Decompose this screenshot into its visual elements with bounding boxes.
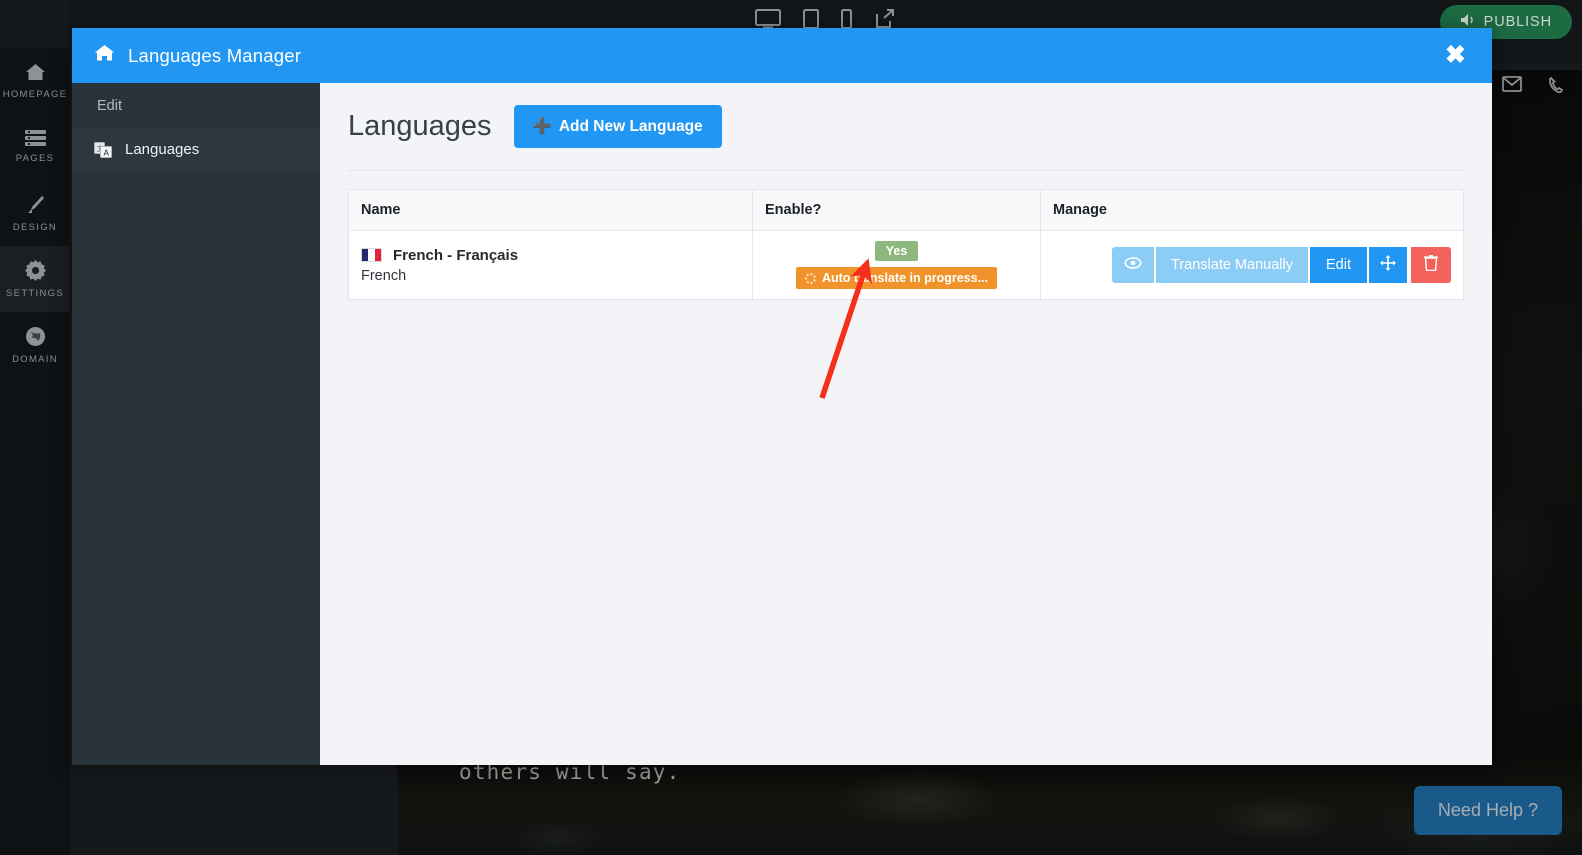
table-row: French - Français French Yes Auto transl… <box>348 230 1464 300</box>
close-icon[interactable]: ✖ <box>1441 41 1470 70</box>
rail-label-domain: DOMAIN <box>12 353 58 365</box>
modal-header: Languages Manager ✖ <box>72 28 1492 83</box>
eye-icon <box>1124 257 1142 273</box>
external-link-icon[interactable] <box>874 8 896 30</box>
translate-icon: 文 A <box>94 141 112 159</box>
sidebar-item-label: Languages <box>125 141 200 158</box>
language-display-name: French - Français <box>393 246 519 264</box>
move-arrows-icon <box>1380 255 1396 275</box>
rail-label-settings: SETTINGS <box>6 287 64 299</box>
language-sub-name: French <box>361 267 407 284</box>
gear-icon <box>24 259 46 281</box>
trash-icon <box>1424 255 1438 275</box>
home-icon <box>94 44 115 67</box>
sidebar-section-label: Edit <box>97 97 122 114</box>
delete-button[interactable] <box>1411 247 1451 283</box>
add-new-language-button[interactable]: ➕ Add New Language <box>513 105 722 148</box>
table-body: French - Français French Yes Auto transl… <box>348 230 1464 300</box>
enabled-badge-wrap: Yes <box>765 241 1028 261</box>
tablet-icon[interactable] <box>803 9 819 29</box>
rail-label-pages: PAGES <box>15 153 55 164</box>
translate-manually-button[interactable]: Translate Manually <box>1156 247 1308 283</box>
pages-icon <box>24 130 46 146</box>
edit-button[interactable]: Edit <box>1310 247 1367 283</box>
table-header-row: Name Enable? Manage <box>348 189 1464 231</box>
manage-actions: Translate Manually Edit <box>1053 247 1451 283</box>
globe-icon <box>25 326 46 347</box>
modal-sidebar: Edit 文 A Languages <box>72 83 320 765</box>
languages-table: Name Enable? Manage French - Français Fr… <box>348 189 1464 300</box>
desktop-icon[interactable] <box>755 9 781 29</box>
reorder-button[interactable] <box>1369 247 1407 283</box>
auto-translate-progress-badge: Auto translate in progress... <box>795 267 997 289</box>
rail-item-homepage[interactable]: HOMEPAGE <box>0 48 70 114</box>
header-divider <box>348 170 1464 171</box>
page-title: Languages <box>348 110 492 142</box>
languages-manager-modal: Languages Manager ✖ Edit 文 A Languages <box>72 28 1492 765</box>
rail-item-design[interactable]: DESIGN <box>0 180 70 246</box>
france-flag-icon <box>361 248 382 262</box>
brush-icon <box>25 194 46 215</box>
status-badge: Yes <box>874 241 919 261</box>
mobile-icon[interactable] <box>841 9 852 29</box>
modal-body: Edit 文 A Languages Languages ➕ <box>72 83 1492 765</box>
need-help-button[interactable]: Need Help ? <box>1413 786 1562 835</box>
table-head: Name Enable? Manage <box>348 189 1464 231</box>
column-header-manage: Manage <box>1040 189 1464 231</box>
modal-content: Languages ➕ Add New Language Name Enable… <box>320 83 1492 765</box>
phone-icon[interactable] <box>1548 76 1566 99</box>
column-header-enable: Enable? <box>752 189 1041 231</box>
modal-title: Languages Manager <box>128 44 302 66</box>
sidebar-item-languages[interactable]: 文 A Languages <box>72 128 320 171</box>
language-name-row: French - Français <box>361 247 740 264</box>
rail-top-spacer <box>0 0 70 48</box>
progress-badge-wrap: Auto translate in progress... <box>765 261 1028 289</box>
svg-text:A: A <box>104 148 110 157</box>
spinner-icon <box>804 272 816 284</box>
rail-label-homepage: HOMEPAGE <box>2 88 68 100</box>
rail-label-design: DESIGN <box>12 221 58 233</box>
home-icon <box>25 63 46 82</box>
cell-enable: Yes Auto translate in progress... <box>752 230 1041 300</box>
cell-manage: Translate Manually Edit <box>1040 230 1464 300</box>
publish-label: PUBLISH <box>1483 14 1552 30</box>
preview-button[interactable] <box>1112 247 1155 283</box>
rail-item-settings[interactable]: SETTINGS <box>0 246 70 312</box>
plus-icon: ➕ <box>532 118 552 135</box>
add-new-language-label: Add New Language <box>558 117 703 135</box>
rail-item-pages[interactable]: PAGES <box>0 114 70 180</box>
column-header-name: Name <box>348 189 753 231</box>
content-header: Languages ➕ Add New Language <box>334 105 1464 148</box>
rail-item-domain[interactable]: DOMAIN <box>0 312 70 378</box>
cell-name: French - Français French <box>348 230 753 300</box>
device-preview-toolbar <box>755 8 896 30</box>
left-icon-rail: HOMEPAGE PAGES DESIGN SETTINGS DOMAIN <box>0 0 70 855</box>
auto-translate-progress-label: Auto translate in progress... <box>821 271 988 285</box>
envelope-icon[interactable] <box>1502 76 1522 99</box>
